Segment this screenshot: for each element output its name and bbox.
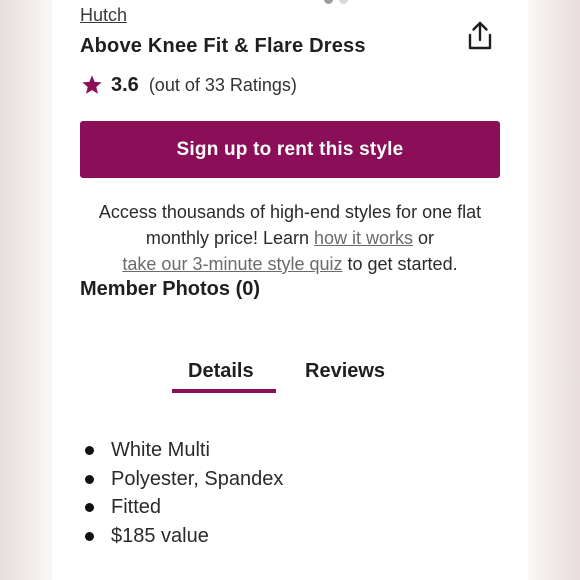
list-item: Fitted xyxy=(85,493,283,522)
tab-reviews[interactable]: Reviews xyxy=(305,357,385,385)
star-icon xyxy=(82,75,102,94)
list-item: $185 value xyxy=(85,522,283,551)
brand-link[interactable]: Hutch xyxy=(80,5,127,25)
promo-text-part: to get started. xyxy=(342,254,458,274)
detail-fit: Fitted xyxy=(111,496,162,518)
promo-text-part: or xyxy=(413,228,435,248)
bullet-icon xyxy=(85,531,94,541)
detail-color: White Multi xyxy=(111,439,210,461)
detail-value: $185 value xyxy=(111,524,209,547)
share-button[interactable] xyxy=(466,20,494,52)
list-item: Polyester, Spandex xyxy=(85,465,283,494)
product-title: Above Knee Fit & Flare Dress xyxy=(80,35,366,57)
promo-text: Access thousands of high-end styles for … xyxy=(80,199,500,277)
details-list: White Multi Polyester, Spandex Fitted $1… xyxy=(85,436,283,550)
detail-fabric: Polyester, Spandex xyxy=(111,467,284,490)
carousel-dot-active[interactable] xyxy=(324,0,333,4)
active-tab-indicator xyxy=(172,389,276,393)
list-item: White Multi xyxy=(85,436,283,465)
bullet-icon xyxy=(85,503,94,512)
member-photos-heading: Member Photos (0) xyxy=(80,278,261,300)
background-left xyxy=(0,0,52,580)
carousel-dots xyxy=(324,0,348,4)
bullet-icon xyxy=(85,446,94,455)
rating-count: (out of 33 Ratings) xyxy=(148,74,297,95)
bullet-icon xyxy=(85,474,94,484)
tab-details[interactable]: Details xyxy=(188,357,254,385)
sign-up-button[interactable]: Sign up to rent this style xyxy=(80,121,500,178)
style-quiz-link[interactable]: take our 3-minute style quiz xyxy=(122,254,342,274)
how-it-works-link[interactable]: how it works xyxy=(314,228,413,248)
rating: 3.6 (out of 33 Ratings) xyxy=(81,72,297,98)
rating-value: 3.6 xyxy=(111,73,139,96)
carousel-dot[interactable] xyxy=(339,0,348,4)
background-right xyxy=(528,0,580,580)
share-icon xyxy=(468,21,492,50)
